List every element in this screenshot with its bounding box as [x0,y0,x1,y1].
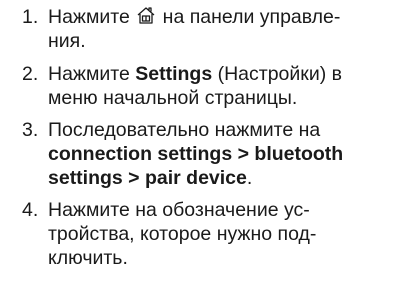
text-segment: Нажмите [48,6,130,28]
step-number: 3. [22,119,39,141]
text-segment: . [246,167,253,189]
text-line: меню начальной страницы. [48,87,298,109]
text-segment: на панели управле- [162,6,341,28]
home-icon [136,6,156,25]
text-line: Нажмите Settings (Настройки) в [48,62,393,86]
step-text: Нажмите на панели управле- ния. [48,5,393,53]
step-text: Нажмите на обозначение ус- тройства, кот… [48,198,393,270]
text-line: Нажмите на обозначение ус- [48,199,310,221]
step-number: 1. [22,6,39,28]
text-line: Последовательно нажмите на [48,119,321,141]
step-number: 2. [22,63,39,85]
text-line: ния. [48,30,86,52]
text-line: Нажмите на панели управле- [48,5,393,29]
text-segment: Нажмите [48,63,136,85]
step-text: Последовательно нажмите на connection se… [48,118,393,190]
step-number: 4. [22,199,39,221]
menu-path-term: settings > pair device [48,167,247,189]
text-line: settings > pair device. [48,166,393,190]
step-text: Нажмите Settings (Настройки) в меню нача… [48,62,393,110]
instruction-list: 1. Нажмите на панели управле- ния. 2. На… [0,0,395,291]
menu-path-term: connection settings > bluetooth [48,143,344,165]
text-line: тройства, которое нужно под- [48,223,317,245]
text-segment: (Настройки) в [212,63,342,85]
settings-term: Settings [135,63,213,85]
text-line: ключить. [48,247,128,269]
